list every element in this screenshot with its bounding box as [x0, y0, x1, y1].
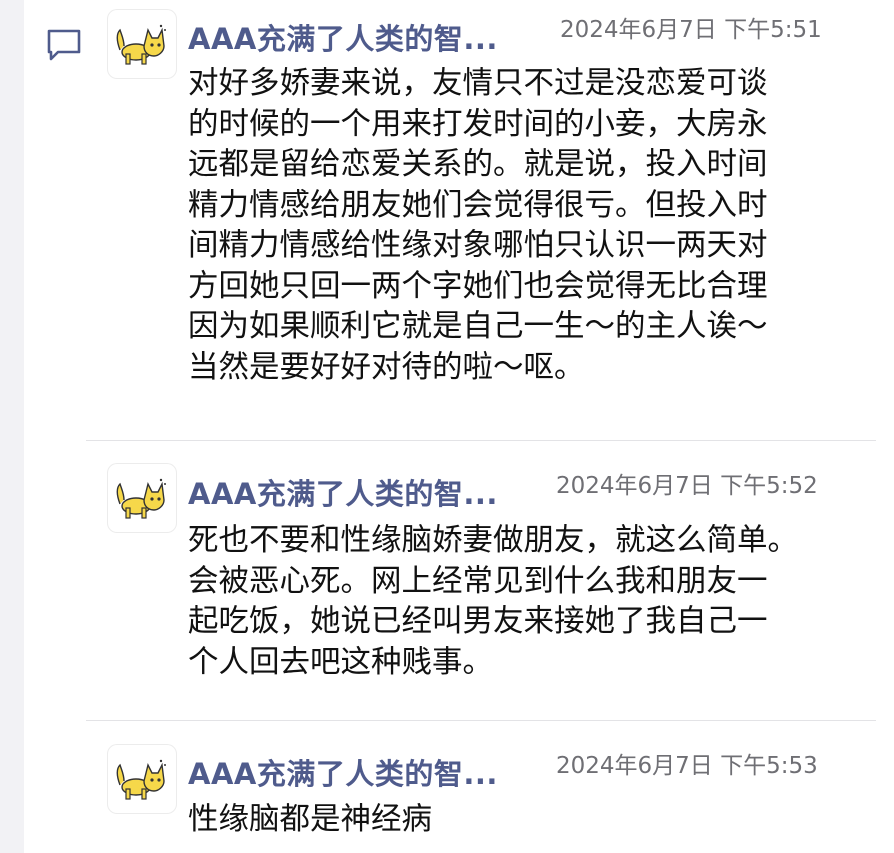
comment-line: 当然是要好好对待的啦～呕。	[188, 349, 585, 385]
comment-body: 对好多娇妻来说，友情只不过是没恋爱可谈 的时候的一个用来打发时间的小妾，大房永 …	[188, 64, 768, 388]
comment-line: 性缘脑都是神经病	[188, 802, 432, 837]
comment-line: 对好多娇妻来说，友情只不过是没恋爱可谈	[188, 66, 768, 101]
comment-author[interactable]: AAA充满了人类的智...	[188, 471, 498, 513]
comment-timestamp: 2024年6月7日 下午5:52	[556, 473, 818, 499]
yellow-cat-icon	[116, 759, 166, 800]
comment-timestamp: 2024年6月7日 下午5:51	[560, 17, 822, 43]
comment-line: 会被恶心死。网上经常见到什么我和朋友一	[188, 563, 768, 599]
comment-line: 个人回去吧这种贱事。	[188, 644, 493, 680]
comment-body: 性缘脑都是神经病	[188, 800, 432, 841]
comment-body: 死也不要和性缘脑娇妻做朋友，就这么简单。 会被恶心死。网上经常见到什么我和朋友一…	[188, 521, 798, 683]
comment-divider	[86, 720, 876, 721]
avatar[interactable]	[107, 744, 177, 814]
comment-line: 起吃饭，她说已经叫男友来接她了我自己一	[188, 604, 768, 639]
avatar[interactable]	[107, 9, 177, 79]
comment-icon[interactable]	[46, 28, 82, 62]
comment-line: 因为如果顺利它就是自己一生～的主人诶～	[188, 309, 768, 344]
avatar[interactable]	[107, 463, 177, 533]
comment-line: 死也不要和性缘脑娇妻做朋友，就这么简单。	[188, 523, 798, 558]
comment-author[interactable]: AAA充满了人类的智...	[188, 751, 498, 793]
comment-line: 方回她只回一两个字她们也会觉得无比合理	[188, 268, 768, 304]
comment-divider	[86, 440, 876, 441]
comment-author[interactable]: AAA充满了人类的智...	[188, 16, 498, 58]
yellow-cat-icon	[116, 24, 166, 65]
comment-line: 精力情感给朋友她们会觉得很亏。但投入时	[188, 187, 768, 223]
comment-line: 远都是留给恋爱关系的。就是说，投入时间	[188, 147, 768, 182]
comment-timestamp: 2024年6月7日 下午5:53	[556, 753, 818, 779]
comment-line: 间精力情感给性缘对象哪怕只认识一两天对	[188, 228, 768, 263]
comment-line: 的时候的一个用来打发时间的小妾，大房永	[188, 106, 768, 142]
yellow-cat-icon	[116, 478, 166, 519]
